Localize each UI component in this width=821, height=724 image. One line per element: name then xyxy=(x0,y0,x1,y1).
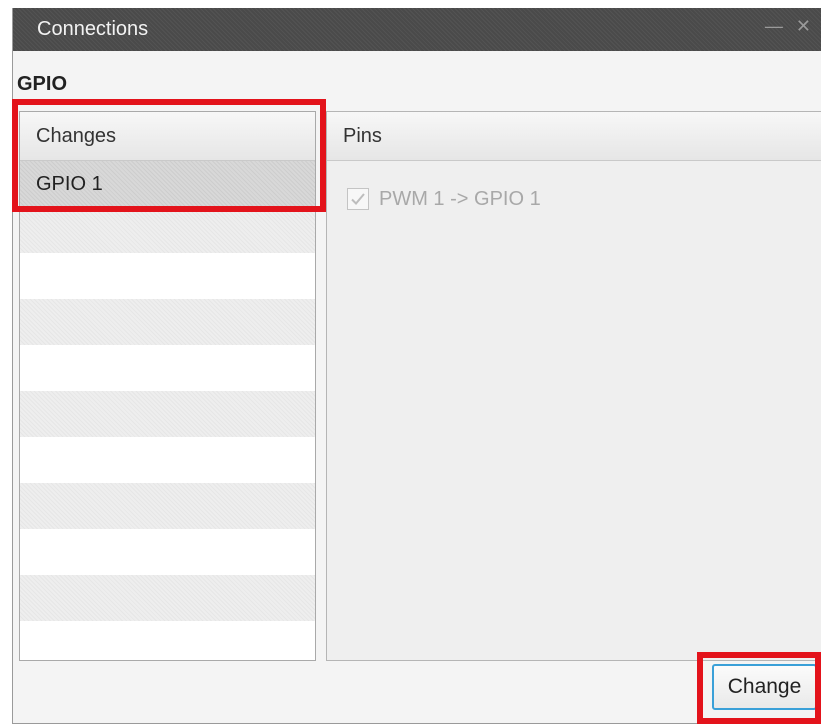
pins-panel: Pins PWM 1 -> GPIO 1 xyxy=(326,111,821,661)
empty-row xyxy=(20,483,315,529)
changes-column-header[interactable]: Changes xyxy=(20,112,315,161)
empty-row xyxy=(20,391,315,437)
window-title: Connections xyxy=(37,18,149,40)
empty-row xyxy=(20,437,315,483)
section-label: GPIO xyxy=(17,73,68,95)
empty-row xyxy=(20,207,315,253)
empty-row xyxy=(20,345,315,391)
close-icon[interactable]: ✕ xyxy=(796,16,815,36)
changes-list: Changes GPIO 1 xyxy=(19,111,316,661)
pin-checkbox-row: PWM 1 -> GPIO 1 xyxy=(347,184,541,214)
empty-row xyxy=(20,253,315,299)
pin-label: PWM 1 -> GPIO 1 xyxy=(379,187,541,210)
window-controls[interactable]: — ✕ xyxy=(765,16,815,37)
minimize-icon[interactable]: — xyxy=(765,16,787,36)
checkbox-checked-icon xyxy=(347,188,369,210)
change-button[interactable]: Change xyxy=(712,664,817,710)
empty-row xyxy=(20,529,315,575)
connections-window: Connections — ✕ GPIO Changes GPIO 1 Pins… xyxy=(12,8,821,724)
pins-column-header: Pins xyxy=(327,112,821,161)
empty-row xyxy=(20,299,315,345)
empty-row xyxy=(20,621,315,660)
list-item[interactable]: GPIO 1 xyxy=(20,161,315,207)
titlebar[interactable]: Connections — ✕ xyxy=(13,8,821,51)
empty-row xyxy=(20,575,315,621)
